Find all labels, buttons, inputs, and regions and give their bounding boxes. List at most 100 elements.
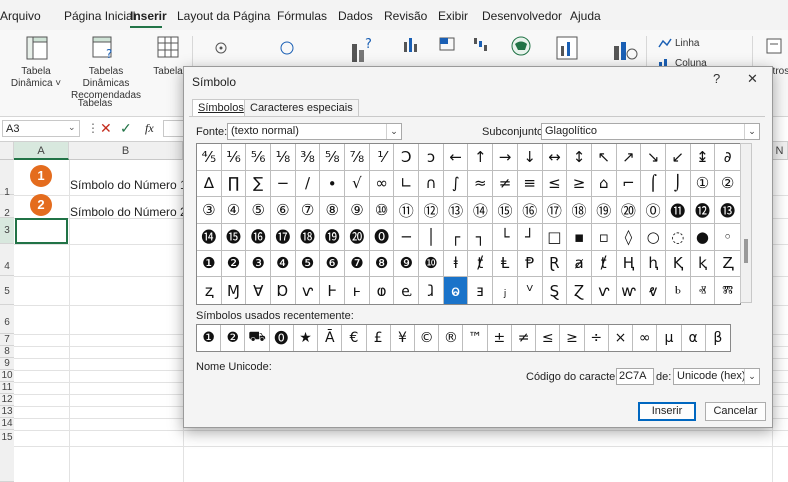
symbol-cell[interactable]: ≥ — [567, 170, 592, 198]
row-header[interactable]: 3 — [0, 218, 14, 244]
symbol-cell[interactable]: Ᵽ — [517, 250, 543, 278]
symbol-cell[interactable]: ⓯ — [221, 223, 247, 251]
symbol-cell[interactable]: ⅚ — [246, 144, 272, 171]
recent-symbol-cell[interactable]: ⛟ — [245, 325, 270, 351]
recent-symbol-cell[interactable]: Ā — [318, 325, 343, 351]
symbol-cell[interactable]: ⱹ — [419, 277, 444, 304]
select-all-corner[interactable] — [0, 142, 14, 160]
symbol-cell[interactable]: ◊ — [616, 223, 642, 251]
symbol-cell[interactable]: ⱶ — [345, 277, 370, 304]
waterfall-chart-icon[interactable] — [472, 36, 490, 52]
symbol-cell[interactable]: ↓ — [517, 144, 543, 171]
symbol-cell[interactable]: ⓰ — [246, 223, 272, 251]
symbol-cell[interactable]: ─ — [394, 223, 420, 251]
symbol-cell[interactable]: ↔ — [542, 144, 568, 171]
symbol-cell[interactable]: ◦ — [715, 224, 740, 251]
symbol-cell[interactable]: ⅞ — [345, 144, 370, 171]
recent-symbol-cell[interactable]: ± — [488, 325, 512, 351]
symbol-cell-selected[interactable]: ⱺ — [443, 277, 469, 304]
symbol-cell[interactable]: ⱸ — [394, 277, 420, 304]
row-header[interactable]: 13 — [0, 406, 14, 418]
symbol-cell[interactable]: ⱨ — [641, 250, 666, 278]
symbol-cell[interactable]: ┐ — [468, 223, 494, 251]
menu-dados[interactable]: Dados — [338, 9, 373, 23]
recent-symbol-cell[interactable]: £ — [367, 325, 391, 351]
symbol-cell[interactable]: ② — [715, 171, 740, 198]
symbol-cell[interactable]: ┘ — [517, 223, 543, 251]
symbol-cell[interactable]: ↗ — [616, 144, 642, 171]
symbol-cell[interactable]: ⱻ — [468, 277, 494, 304]
symbol-cell[interactable]: └ — [493, 223, 518, 251]
row-header[interactable]: 10 — [0, 370, 14, 382]
recent-symbol-cell[interactable]: € — [342, 325, 367, 351]
symbol-cell[interactable]: ⱬ — [197, 277, 222, 304]
symbol-cell[interactable]: ⓮ — [197, 223, 222, 251]
subset-select[interactable]: Glagolítico ⌄ — [541, 123, 760, 140]
symbol-cell[interactable]: Ɀ — [567, 277, 592, 304]
symbol-cell[interactable]: ⱡ — [443, 250, 469, 278]
recent-symbol-cell[interactable]: ¥ — [391, 325, 416, 351]
symbol-cell[interactable]: ↖ — [591, 144, 617, 171]
symbol-cell[interactable]: ⱱ — [592, 277, 617, 304]
symbol-cell[interactable]: ⓪ — [641, 197, 666, 224]
recent-symbol-cell[interactable]: ® — [439, 325, 464, 351]
symbol-cell[interactable]: ≈ — [468, 170, 494, 198]
symbol-cell[interactable]: ∆ — [197, 170, 222, 198]
formula-input[interactable] — [163, 120, 183, 137]
symbol-cell[interactable]: ⅘ — [197, 144, 222, 171]
symbol-cell[interactable]: ↑ — [468, 144, 494, 171]
symbol-grid-scrollbar[interactable] — [740, 143, 752, 303]
symbol-cell[interactable]: Ↄ — [394, 144, 420, 171]
symbol-cell[interactable]: ⅝ — [320, 144, 346, 171]
3d-map-icon[interactable] — [612, 38, 638, 62]
symbol-cell[interactable]: ∂ — [715, 144, 740, 171]
symbol-cell[interactable]: √ — [345, 170, 370, 198]
symbol-cell[interactable]: ⌂ — [591, 170, 617, 198]
addins-icon[interactable] — [278, 38, 296, 56]
row-header[interactable]: 5 — [0, 276, 14, 305]
symbol-cell[interactable]: ← — [443, 144, 469, 171]
row-header[interactable]: 6 — [0, 305, 14, 334]
symbol-cell[interactable]: ≤ — [542, 170, 568, 198]
recent-symbol-cell[interactable]: ™ — [463, 325, 488, 351]
symbol-cell[interactable]: ⅟ — [369, 144, 395, 171]
menu-desenvolvedor[interactable]: Desenvolvedor — [482, 9, 562, 23]
symbol-cell[interactable]: │ — [419, 223, 444, 251]
symbol-cell[interactable]: ⓴ — [345, 223, 370, 251]
maps-icon[interactable] — [510, 35, 532, 57]
tab-simbolos[interactable]: Símbolos — [192, 99, 250, 116]
filters-icon[interactable] — [766, 38, 782, 56]
recent-symbol-cell[interactable]: ⓿ — [270, 325, 294, 351]
symbol-cell[interactable]: Ⱶ — [320, 277, 346, 304]
symbol-cell[interactable]: ● — [690, 223, 716, 251]
cell-b1[interactable]: Símbolo do Número 1 — [70, 178, 187, 192]
recent-symbol-cell[interactable]: β — [706, 325, 730, 351]
symbol-cell[interactable]: ❽ — [369, 250, 395, 278]
symbol-cell[interactable]: ∫ — [443, 170, 469, 198]
recent-symbol-cell[interactable]: µ — [657, 325, 682, 351]
insert-function-icon[interactable]: fx — [145, 121, 154, 136]
column-header[interactable]: B — [69, 142, 183, 160]
symbol-cell[interactable]: ⑨ — [345, 197, 370, 224]
symbol-cell[interactable]: ⑫ — [419, 197, 444, 224]
number-badge-1[interactable]: 1 — [30, 165, 52, 187]
name-box-chevron-icon[interactable]: ⌄ — [68, 122, 76, 133]
recent-symbol-cell[interactable]: α — [682, 325, 706, 351]
symbol-cell[interactable]: Ɒ — [271, 277, 296, 304]
recent-symbol-cell[interactable]: ❶ — [197, 325, 222, 351]
row-header[interactable]: 11 — [0, 382, 14, 394]
symbol-cell[interactable]: ∙ — [320, 170, 346, 198]
symbol-cell[interactable]: ⱥ — [567, 250, 592, 278]
recent-symbol-cell[interactable]: © — [415, 325, 440, 351]
sparkline-line-button[interactable]: Linha — [675, 38, 699, 50]
symbol-cell[interactable]: Ⱨ — [616, 250, 642, 278]
symbol-cell[interactable]: ⱷ — [370, 277, 395, 304]
symbol-cell[interactable]: ▫ — [591, 223, 617, 251]
table-icon[interactable] — [157, 36, 179, 58]
symbol-cell[interactable]: ⱴ — [641, 277, 666, 304]
menu-ajuda[interactable]: Ajuda — [570, 9, 601, 23]
symbol-cell[interactable]: ⑥ — [271, 197, 296, 224]
symbol-cell[interactable]: ⌐ — [616, 170, 642, 198]
symbol-cell[interactable]: Ⱬ — [715, 251, 740, 278]
symbol-cell[interactable]: Ɱ — [222, 277, 247, 304]
